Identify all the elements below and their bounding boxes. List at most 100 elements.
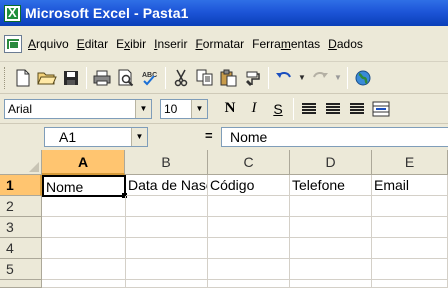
cell-d2[interactable] [290, 196, 372, 217]
cell-b5[interactable] [126, 259, 208, 280]
excel-app-icon[interactable] [4, 4, 21, 22]
cell-a6[interactable] [42, 280, 126, 288]
align-right-icon[interactable] [345, 98, 369, 120]
row-header-5[interactable]: 5 [0, 259, 42, 280]
formatting-toolbar: Arial ▼ 10 ▼ N I S [0, 94, 448, 124]
menu-formatar[interactable]: Formatar [195, 37, 244, 51]
cell-b4[interactable] [126, 238, 208, 259]
align-center-icon[interactable] [321, 98, 345, 120]
cell-d3[interactable] [290, 217, 372, 238]
formula-input[interactable]: Nome [221, 127, 448, 147]
cell-d4[interactable] [290, 238, 372, 259]
worksheet-grid: A B C D E 1 2 3 4 5 Nome Data de Nascime… [0, 150, 448, 288]
font-name-value: Arial [8, 101, 33, 116]
cell-c6[interactable] [208, 280, 290, 288]
row-header-1[interactable]: 1 [0, 175, 42, 196]
toolbar-separator [293, 97, 294, 120]
menu-arquivo-label: rquivo [36, 36, 69, 51]
cell-e5[interactable] [372, 259, 448, 280]
format-painter-icon[interactable] [241, 66, 265, 90]
menu-inserir-label: nserir [157, 36, 188, 51]
column-header-b[interactable]: B [125, 150, 208, 175]
cell-c3[interactable] [208, 217, 290, 238]
title-bar[interactable]: Microsoft Excel - Pasta1 [0, 0, 448, 26]
align-left-icon[interactable] [297, 98, 321, 120]
cell-c5[interactable] [208, 259, 290, 280]
cell-b3[interactable] [126, 217, 208, 238]
formula-equals-icon[interactable]: = [205, 128, 213, 143]
column-header-d[interactable]: D [290, 150, 372, 175]
name-box[interactable]: A1 ▼ [44, 127, 148, 147]
redo-dropdown-icon[interactable]: ▼ [332, 66, 344, 90]
row-header-4[interactable]: 4 [0, 238, 42, 259]
cell-a5[interactable] [42, 259, 126, 280]
select-all-button[interactable] [0, 150, 42, 175]
cell-d5[interactable] [290, 259, 372, 280]
chevron-down-icon[interactable]: ▼ [191, 99, 207, 118]
menu-ferramentas[interactable]: Ferramentas [252, 37, 320, 51]
cell-e6[interactable] [372, 280, 448, 288]
open-icon[interactable] [35, 66, 59, 90]
cell-b2[interactable] [126, 196, 208, 217]
merge-center-icon[interactable] [369, 98, 393, 120]
menu-editar[interactable]: Editar [77, 37, 108, 51]
save-icon[interactable] [59, 66, 83, 90]
new-icon[interactable] [11, 66, 35, 90]
spelling-icon[interactable]: ABC [138, 66, 162, 90]
cell-b1[interactable]: Data de Nascimento [126, 175, 208, 196]
name-box-value: A1 [59, 129, 77, 145]
paste-icon[interactable] [217, 66, 241, 90]
row-header-2[interactable]: 2 [0, 196, 42, 217]
row-header-6[interactable] [0, 280, 42, 288]
column-header-e[interactable]: E [372, 150, 448, 175]
cell-e4[interactable] [372, 238, 448, 259]
menu-dados-label: ados [336, 36, 363, 51]
menu-inserir[interactable]: Inserir [154, 37, 187, 51]
menu-dados[interactable]: Dados [328, 37, 363, 51]
font-size-combo[interactable]: 10 ▼ [160, 98, 208, 119]
web-icon[interactable] [351, 66, 375, 90]
font-size-value: 10 [164, 101, 178, 116]
toolbar-grip[interactable] [4, 66, 7, 89]
cell-a4[interactable] [42, 238, 126, 259]
cell-c1[interactable]: Código [208, 175, 290, 196]
print-preview-icon[interactable] [114, 66, 138, 90]
cell-c4[interactable] [208, 238, 290, 259]
cell-a2[interactable] [42, 196, 126, 217]
cell-e3[interactable] [372, 217, 448, 238]
svg-text:ABC: ABC [142, 72, 157, 79]
chevron-down-icon[interactable]: ▼ [135, 99, 151, 118]
redo-icon[interactable] [308, 66, 332, 90]
underline-button[interactable]: S [266, 98, 290, 120]
cell-d6[interactable] [290, 280, 372, 288]
toolbar-separator [268, 66, 269, 89]
column-header-c[interactable]: C [208, 150, 290, 175]
bold-button[interactable]: N [218, 98, 242, 120]
undo-icon[interactable] [272, 66, 296, 90]
cell-b6[interactable] [126, 280, 208, 288]
menu-bar: Arquivo Editar Exibir Inserir Formatar F… [0, 26, 448, 62]
copy-icon[interactable] [193, 66, 217, 90]
cell-c2[interactable] [208, 196, 290, 217]
cell-d1[interactable]: Telefone [290, 175, 372, 196]
menu-formatar-label: ormatar [202, 36, 245, 51]
chevron-down-icon[interactable]: ▼ [131, 128, 147, 146]
print-icon[interactable] [90, 66, 114, 90]
menu-arquivo[interactable]: Arquivo [28, 37, 69, 51]
cell-a1[interactable]: Nome [42, 175, 126, 197]
cell-e2[interactable] [372, 196, 448, 217]
cell-e1[interactable]: Email [372, 175, 448, 196]
workbook-icon[interactable] [4, 34, 22, 53]
toolbar-separator [165, 66, 166, 89]
menu-editar-label: ditar [84, 36, 109, 51]
row-header-3[interactable]: 3 [0, 217, 42, 238]
font-name-combo[interactable]: Arial ▼ [4, 98, 152, 119]
column-header-a[interactable]: A [42, 150, 125, 175]
italic-button[interactable]: I [242, 98, 266, 120]
menu-exibir[interactable]: Exibir [116, 37, 146, 51]
cut-icon[interactable] [169, 66, 193, 90]
cell-a3[interactable] [42, 217, 126, 238]
window-title: Microsoft Excel - Pasta1 [25, 5, 189, 21]
undo-dropdown-icon[interactable]: ▼ [296, 66, 308, 90]
toolbar-separator [86, 66, 87, 89]
